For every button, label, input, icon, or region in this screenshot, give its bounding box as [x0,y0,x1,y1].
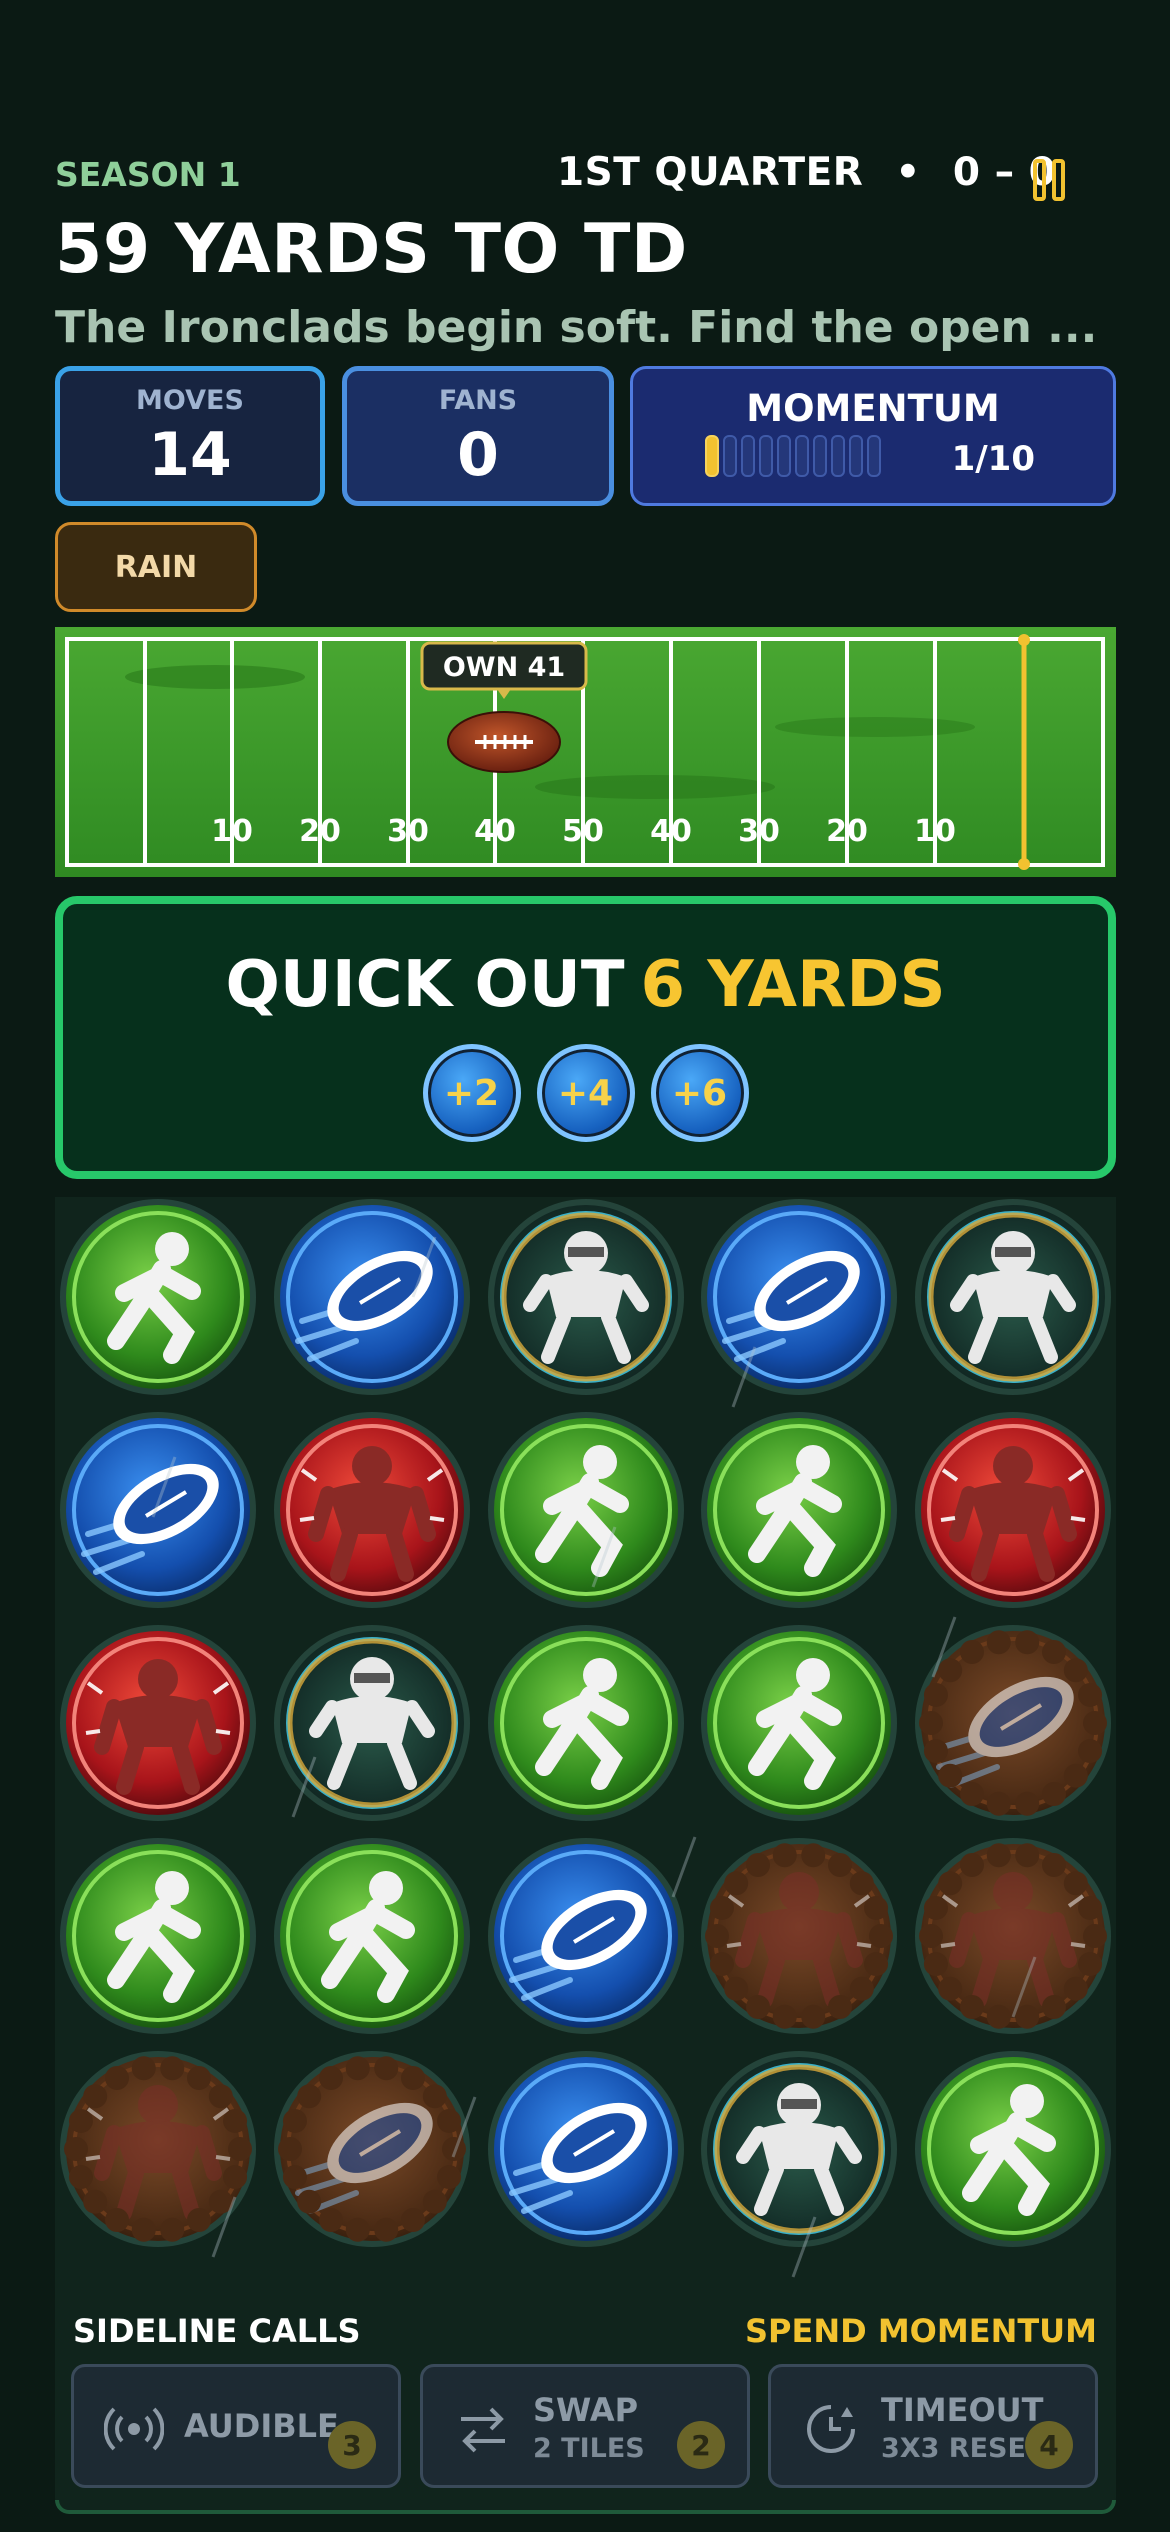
pause-icon-bar [1052,159,1065,201]
runner-tile[interactable] [915,2051,1111,2247]
yard-label: 40 [474,814,516,849]
runner-tile[interactable] [488,1625,684,1821]
timeout-sub-label: 3X3 RESET [881,2433,1045,2464]
blitzer-tile[interactable] [915,1412,1111,1608]
football-tile[interactable] [488,1838,684,2034]
yard-label: 20 [299,814,341,849]
timeout-label: TIMEOUT [881,2391,1044,2429]
football-tile[interactable] [274,1199,470,1395]
runner-tile[interactable] [701,1625,897,1821]
board-footer-edge [55,2500,1116,2514]
momentum-meter: MOMENTUM 1/10 [630,366,1116,506]
runner-tile[interactable] [60,1838,256,2034]
yard-label: 30 [738,814,780,849]
momentum-segment [831,435,845,477]
yard-chip: +2 [422,1044,521,1142]
pause-icon [1033,159,1046,201]
mud-football-tile[interactable] [274,2051,470,2247]
mud-football-tile[interactable] [915,1625,1111,1821]
yard-label: 30 [387,814,429,849]
football-tile[interactable] [488,2051,684,2247]
runner-tile[interactable] [701,1412,897,1608]
yard-label: 20 [826,814,868,849]
objective-subtitle: The Ironclads begin soft. Find the open … [55,302,1098,353]
audible-label: AUDIBLE [184,2407,339,2445]
yard-label: 50 [562,814,604,849]
sideline-calls-title: SIDELINE CALLS [73,2312,361,2350]
swap-label: SWAP [533,2391,639,2429]
fans-value: 0 [457,420,499,490]
football-tile[interactable] [701,1199,897,1395]
momentum-label: MOMENTUM [746,387,1000,430]
game-status: 1ST QUARTER • 0 – 0 [557,150,1056,195]
moves-counter: MOVES 14 [55,366,325,506]
quarter-label: 1ST QUARTER [557,150,864,195]
blitzer-tile[interactable] [60,1625,256,1821]
play-heading: QUICK OUT 6 YARDS [63,948,1108,1022]
football-tile[interactable] [60,1412,256,1608]
momentum-bar [705,435,885,477]
momentum-segment [705,435,719,477]
momentum-segment [759,435,773,477]
yard-label: 10 [914,814,956,849]
yard-number-labels: 10 20 30 40 50 40 30 20 10 [211,814,956,849]
momentum-segment [849,435,863,477]
swap-button[interactable]: SWAP 2 TILES 2 [420,2364,750,2488]
blitzer-tile[interactable] [274,1412,470,1608]
momentum-segment [723,435,737,477]
lineman-tile[interactable] [488,1199,684,1395]
momentum-count: 1/10 [951,439,1035,479]
tile-grid [60,1199,1111,2278]
pause-button[interactable] [1033,159,1067,201]
timer-icon [807,2405,855,2453]
status-separator: • [895,150,921,195]
fans-counter: FANS 0 [342,366,614,506]
ball-position-label: OWN 41 [443,652,565,683]
yard-chip: +4 [536,1044,635,1142]
runner-tile[interactable] [488,1412,684,1608]
audible-button[interactable]: AUDIBLE 3 [71,2364,401,2488]
momentum-segment [867,435,881,477]
momentum-segment [777,435,791,477]
season-label: SEASON 1 [55,155,241,194]
runner-tile[interactable] [60,1199,256,1395]
weather-badge: RAIN [55,522,257,612]
timeout-cost: 4 [1025,2421,1073,2469]
swap-sub-label: 2 TILES [533,2433,645,2464]
audible-cost: 3 [328,2421,376,2469]
momentum-segment [741,435,755,477]
field-progress: 10 20 30 40 50 40 30 20 10 OWN 41 [55,627,1116,877]
yard-label: 40 [650,814,692,849]
lineman-tile[interactable] [701,2051,897,2247]
play-card: QUICK OUT 6 YARDS +2 +4 +6 [55,896,1116,1179]
objective-title: 59 YARDS TO TD [55,210,688,289]
swap-arrows-icon [461,2407,505,2453]
momentum-segment [813,435,827,477]
mud-blitzer-tile[interactable] [915,1838,1111,2034]
yard-chips: +2 +4 +6 [63,1044,1108,1142]
moves-label: MOVES [136,385,244,416]
yard-chip: +6 [650,1044,749,1142]
fans-label: FANS [438,385,518,416]
runner-tile[interactable] [274,1838,470,2034]
mud-blitzer-tile[interactable] [701,1838,897,2034]
momentum-segment [795,435,809,477]
play-yards: 6 YARDS [640,948,946,1022]
moves-value: 14 [148,420,232,490]
play-name: QUICK OUT [225,948,625,1022]
lineman-tile[interactable] [915,1199,1111,1395]
spend-momentum-hint: SPEND MOMENTUM [744,2312,1097,2350]
swap-cost: 2 [677,2421,725,2469]
broadcast-icon [104,2407,164,2451]
yard-label: 10 [211,814,253,849]
timeout-button[interactable]: TIMEOUT 3X3 RESET 4 [768,2364,1098,2488]
game-screen: SEASON 1 1ST QUARTER • 0 – 0 59 YARDS TO… [0,0,1170,2532]
